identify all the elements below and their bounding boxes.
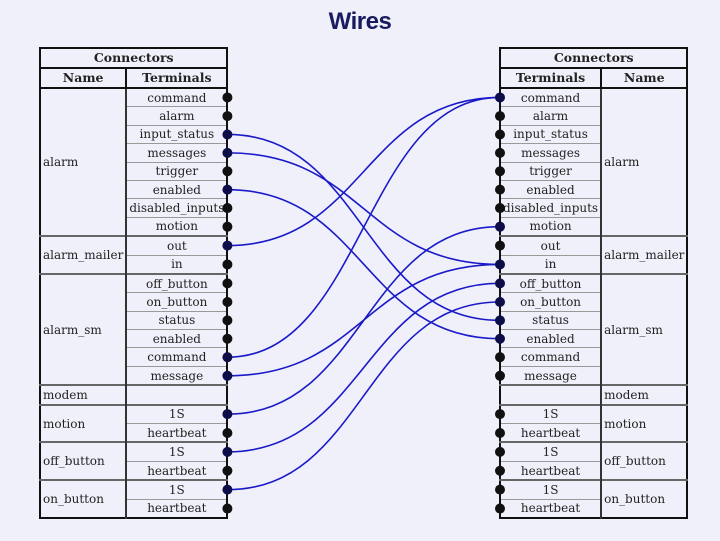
table-row: motion 1S [39,403,228,443]
terminal-cell[interactable]: alarm [500,106,602,126]
terminal-cell[interactable]: heartbeat [500,423,602,443]
wire[interactable] [227,133,501,322]
table-row: 1S on_button [500,479,688,518]
terminal-cell[interactable]: out [126,235,228,256]
table-row: on_button 1S [39,479,228,518]
terminal-cell[interactable]: heartbeat [500,460,602,481]
terminal-cell[interactable]: status [126,310,228,330]
table-caption: Connectors [38,47,229,69]
connector-name: on_button [39,479,128,518]
table-row: command alarm [500,86,688,237]
connector-name: alarm [600,86,688,237]
terminal-cell[interactable]: disabled_inputs [126,198,228,218]
table-row: out alarm_mailer [500,235,688,274]
table-row: modem [500,384,688,405]
wire[interactable] [227,282,501,453]
terminal-cell[interactable]: input_status [126,124,228,144]
terminal-cell[interactable]: command [126,347,228,367]
terminal-cell[interactable]: enabled [126,329,228,348]
connector-name: modem [600,384,688,405]
table-row: off_button alarm_sm [500,272,688,386]
terminal-cell[interactable]: heartbeat [126,460,228,481]
terminals-column-header: Terminals [498,67,603,89]
terminal-cell[interactable]: on_button [500,292,602,312]
page-title: Wires [328,8,392,35]
left-connectors-table: Connectors Name Terminals alarm command al… [38,47,229,519]
connector-name: off_button [39,441,128,481]
terminal-cell[interactable]: 1S [500,441,602,462]
connector-name: modem [39,384,128,405]
connector-name: motion [39,403,128,443]
terminal-cell[interactable]: enabled [500,329,602,348]
terminal-cell[interactable]: out [500,235,602,256]
terminal-cell[interactable]: disabled_inputs [500,198,602,218]
terminal-cell[interactable]: messages [500,143,602,163]
terminal-cell[interactable]: off_button [500,272,602,293]
connector-name: alarm_sm [600,272,688,386]
terminal-cell[interactable]: command [500,347,602,367]
table-row: off_button 1S [39,441,228,481]
connector-name: off_button [600,441,688,481]
wire[interactable] [227,96,501,358]
terminal-cell[interactable]: message [500,365,602,386]
terminal-cell[interactable] [500,384,602,405]
terminal-cell[interactable]: trigger [500,161,602,181]
terminal-cell[interactable]: message [126,365,228,386]
wire[interactable] [227,225,501,415]
terminal-cell[interactable]: in [126,254,228,274]
terminal-cell[interactable]: heartbeat [500,498,602,518]
terminal-cell[interactable]: enabled [500,179,602,199]
wire[interactable] [227,263,501,377]
terminal-cell[interactable]: 1S [126,403,228,424]
terminal-cell[interactable]: motion [500,216,602,237]
wire[interactable] [227,188,501,340]
wire[interactable] [227,152,501,266]
table-row: 1S motion [500,403,688,443]
terminal-cell[interactable]: heartbeat [126,423,228,443]
right-connectors-table: Connectors Terminals Name command alarm al… [498,47,689,519]
terminal-cell[interactable]: 1S [500,479,602,500]
table-row: alarm_mailer out [39,235,228,274]
table-row: alarm command [39,86,228,237]
terminal-cell[interactable]: input_status [500,124,602,144]
table-row: 1S off_button [500,441,688,481]
terminal-cell[interactable] [126,384,228,405]
connector-name: alarm [39,86,128,237]
terminal-cell[interactable]: status [500,310,602,330]
terminal-cell[interactable]: trigger [126,161,228,181]
table-caption: Connectors [498,47,689,69]
connector-name: on_button [600,479,688,518]
terminal-cell[interactable]: command [500,87,602,107]
wire[interactable] [227,301,501,491]
terminal-cell[interactable]: 1S [126,479,228,500]
terminal-cell[interactable]: in [500,254,602,274]
name-column-header: Name [600,67,689,89]
terminal-cell[interactable]: motion [126,216,228,237]
terminal-cell[interactable]: on_button [126,292,228,312]
terminals-column-header: Terminals [125,67,229,89]
terminal-cell[interactable]: off_button [126,272,228,293]
terminal-cell[interactable]: messages [126,143,228,163]
name-column-header: Name [38,67,128,89]
connector-name: alarm_mailer [39,235,128,274]
terminal-cell[interactable]: enabled [126,179,228,199]
wire[interactable] [227,96,501,247]
table-row: alarm_sm off_button [39,272,228,386]
table-row: modem [39,384,228,405]
connector-name: alarm_mailer [600,235,688,274]
terminal-cell[interactable]: heartbeat [126,498,228,518]
terminal-cell[interactable]: 1S [126,441,228,462]
terminal-cell[interactable]: command [126,87,228,107]
connector-name: alarm_sm [39,272,128,386]
terminal-cell[interactable]: alarm [126,106,228,126]
terminal-cell[interactable]: 1S [500,403,602,424]
connector-name: motion [600,403,688,443]
